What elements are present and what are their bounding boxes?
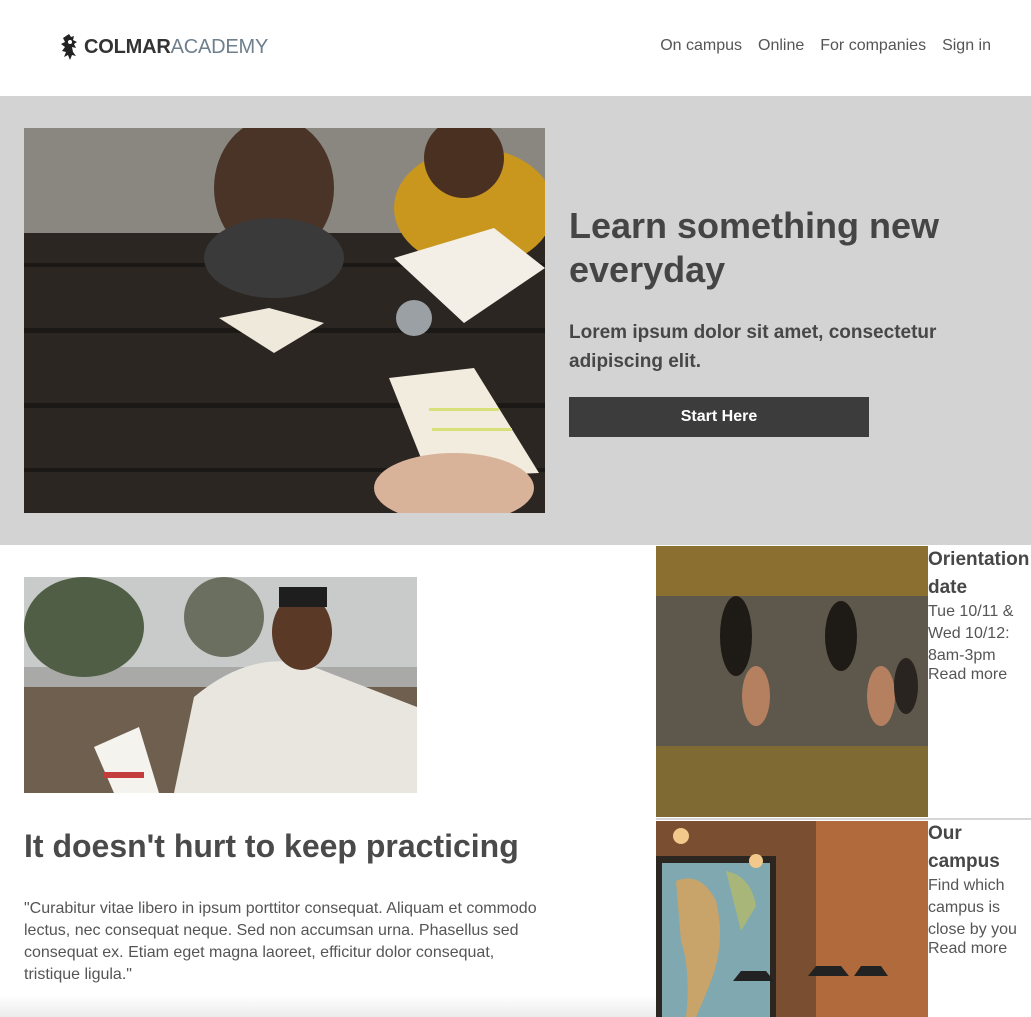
nav-on-campus[interactable]: On campus bbox=[660, 37, 742, 55]
hero-section: Learn something new everyday Lorem ipsum… bbox=[0, 96, 1031, 545]
brand-name: COLMARACADEMY bbox=[84, 36, 268, 59]
nav-for-companies[interactable]: For companies bbox=[820, 37, 926, 55]
orientation-read-more-link[interactable]: Read more bbox=[928, 666, 1007, 684]
main-nav: On campus Online For companies Sign in bbox=[660, 37, 991, 55]
nav-online[interactable]: Online bbox=[758, 37, 804, 55]
hero-subtitle: Lorem ipsum dolor sit amet, consectetur … bbox=[569, 322, 937, 372]
orientation-text: Tue 10/11 & Wed 10/12: 8am-3pm bbox=[928, 603, 1014, 664]
campus-text: Find which campus is close by you bbox=[928, 877, 1017, 938]
start-here-button[interactable]: Start Here bbox=[569, 397, 869, 437]
brand-name-part1: COLMAR bbox=[84, 35, 171, 58]
hero-title: Learn something new everyday bbox=[569, 205, 940, 290]
brand-logo[interactable]: COLMARACADEMY bbox=[60, 32, 268, 62]
practice-text: "Curabitur vitae libero in ipsum porttit… bbox=[24, 900, 537, 983]
lion-crest-icon bbox=[60, 34, 80, 60]
nav-sign-in[interactable]: Sign in bbox=[942, 37, 991, 55]
campus-read-more-link[interactable]: Read more bbox=[928, 940, 1007, 958]
orientation-image bbox=[656, 546, 928, 817]
practice-image-man-reading bbox=[24, 577, 417, 793]
campus-image bbox=[656, 821, 928, 1017]
hero-image-students-reading bbox=[24, 128, 545, 513]
site-header: COLMARACADEMY On campus Online For compa… bbox=[0, 0, 1031, 96]
orientation-title: Orientation date bbox=[928, 549, 1030, 598]
campus-title: Our campus bbox=[928, 823, 1000, 872]
brand-name-part2: ACADEMY bbox=[170, 35, 269, 58]
bottom-fade bbox=[0, 995, 656, 1017]
practice-title: It doesn't hurt to keep practicing bbox=[24, 828, 519, 864]
